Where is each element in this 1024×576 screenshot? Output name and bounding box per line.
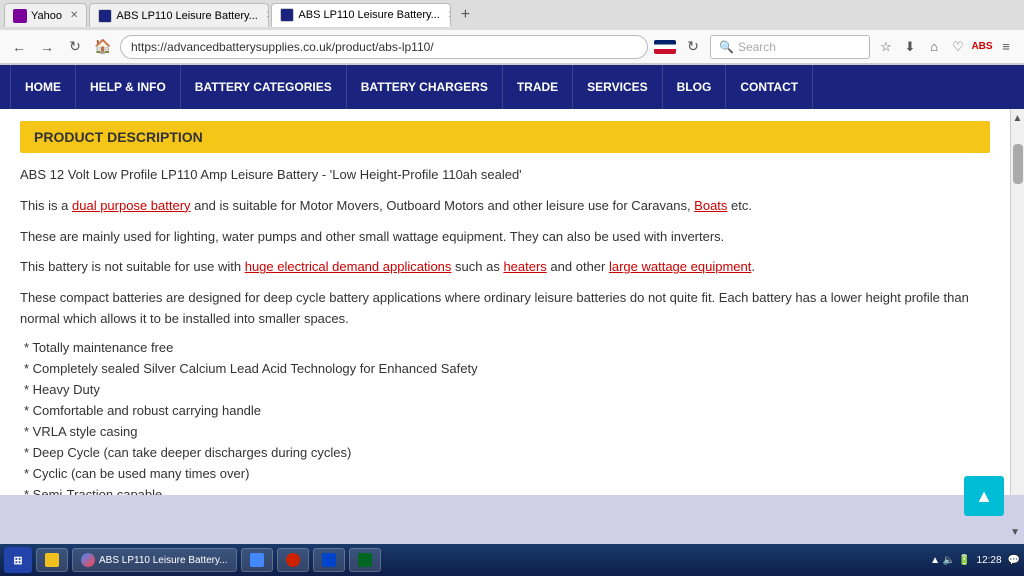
link-heaters[interactable]: heaters (503, 259, 546, 274)
paragraph-4: This battery is not suitable for use wit… (20, 257, 990, 278)
tab-yahoo-label: Yahoo (31, 10, 62, 22)
feature-6: * Deep Cycle (can take deeper discharges… (20, 445, 990, 460)
back-to-top-button[interactable]: ▲ (964, 476, 1004, 516)
feature-4: * Comfortable and robust carrying handle (20, 403, 990, 418)
taskbar-btn3[interactable] (277, 548, 309, 572)
flag-icon (654, 40, 676, 54)
abs1-favicon (98, 9, 112, 23)
windows-icon: ⊞ (13, 554, 22, 567)
toolbar-icons: ☆ ⬇ ⌂ ♡ ABS ≡ (876, 37, 1016, 57)
nav-help[interactable]: HELP & INFO (76, 65, 181, 109)
search-icon: 🔍 (719, 40, 734, 54)
menu-icon[interactable]: ≡ (996, 37, 1016, 57)
tab-abs2[interactable]: ABS LP110 Leisure Battery... ✕ (271, 3, 451, 27)
feature-3: * Heavy Duty (20, 382, 990, 397)
url-box[interactable]: https://advancedbatterysupplies.co.uk/pr… (120, 35, 648, 59)
taskbar: ⊞ ABS LP110 Leisure Battery... ▲ 🔈 🔋 12:… (0, 544, 1024, 576)
link-huge-electrical[interactable]: huge electrical demand applications (245, 259, 452, 274)
tab-abs1-close[interactable]: ✕ (266, 10, 270, 21)
scroll-thumb[interactable] (1013, 144, 1023, 184)
scrollbar[interactable]: ▲ ▼ (1010, 109, 1024, 495)
page-content-wrapper: PRODUCT DESCRIPTION ABS 12 Volt Low Prof… (0, 109, 1024, 495)
main-content: PRODUCT DESCRIPTION ABS 12 Volt Low Prof… (0, 109, 1010, 495)
notification-icon: 💬 (1008, 555, 1020, 566)
taskbar-btn4[interactable] (313, 548, 345, 572)
nav-contact[interactable]: CONTACT (726, 65, 813, 109)
bookmark-icon[interactable]: ♡ (948, 37, 968, 57)
star-icon[interactable]: ☆ (876, 37, 896, 57)
systray-icons: ▲ 🔈 🔋 (930, 555, 970, 566)
abs-logo-icon: ABS (972, 37, 992, 57)
download-icon[interactable]: ⬇ (900, 37, 920, 57)
new-tab-button[interactable]: + (453, 3, 477, 27)
taskbar-explorer[interactable] (36, 548, 68, 572)
link-dual-purpose[interactable]: dual purpose battery (72, 198, 191, 213)
paragraph-2: This is a dual purpose battery and is su… (20, 196, 990, 217)
clock: 12:28 (977, 555, 1002, 566)
feature-7: * Cyclic (can be used many times over) (20, 466, 990, 481)
taskbar-btn2[interactable] (241, 548, 273, 572)
paragraph-3: These are mainly used for lighting, wate… (20, 227, 990, 248)
features-list: * Totally maintenance free * Completely … (20, 340, 990, 495)
tab-abs1[interactable]: ABS LP110 Leisure Battery... ✕ (89, 3, 269, 27)
refresh2-button[interactable]: ↻ (682, 36, 704, 58)
link-large-wattage[interactable]: large wattage equipment (609, 259, 751, 274)
browser-chrome: Yahoo ✕ ABS LP110 Leisure Battery... ✕ A… (0, 0, 1024, 65)
app5-icon (358, 553, 372, 567)
site-navigation: HOME HELP & INFO BATTERY CATEGORIES BATT… (0, 65, 1024, 109)
tab-yahoo-close[interactable]: ✕ (70, 10, 78, 21)
product-description-header: PRODUCT DESCRIPTION (20, 121, 990, 153)
nav-home[interactable]: HOME (10, 65, 76, 109)
link-boats[interactable]: Boats (694, 198, 727, 213)
feature-8: * Semi-Traction capable (20, 487, 990, 495)
back-button[interactable]: ← (8, 36, 30, 58)
address-bar: ← → ↻ 🏠 https://advancedbatterysupplies.… (0, 30, 1024, 64)
url-text: https://advancedbatterysupplies.co.uk/pr… (131, 40, 434, 54)
start-button[interactable]: ⊞ (4, 547, 32, 573)
tab-abs1-label: ABS LP110 Leisure Battery... (116, 10, 257, 22)
forward-button[interactable]: → (36, 36, 58, 58)
nav-blog[interactable]: BLOG (663, 65, 727, 109)
feature-2: * Completely sealed Silver Calcium Lead … (20, 361, 990, 376)
app4-icon (322, 553, 336, 567)
nav-trade[interactable]: TRADE (503, 65, 573, 109)
yahoo-favicon (13, 9, 27, 23)
tab-abs2-close[interactable]: ✕ (448, 10, 452, 21)
home-nav-button[interactable]: 🏠 (92, 36, 114, 58)
chevron-up-icon: ▲ (975, 486, 993, 507)
abs2-favicon (280, 8, 294, 22)
tab-yahoo[interactable]: Yahoo ✕ (4, 3, 87, 27)
refresh-button[interactable]: ↻ (64, 36, 86, 58)
firefox-icon (81, 553, 95, 567)
tab-abs2-label: ABS LP110 Leisure Battery... (298, 9, 439, 21)
feature-5: * VRLA style casing (20, 424, 990, 439)
taskbar-firefox-label: ABS LP110 Leisure Battery... (99, 555, 228, 566)
nav-battery-categories[interactable]: BATTERY CATEGORIES (181, 65, 347, 109)
paragraph-1: ABS 12 Volt Low Profile LP110 Amp Leisur… (20, 165, 990, 186)
feature-1: * Totally maintenance free (20, 340, 990, 355)
explorer-icon (45, 553, 59, 567)
tab-bar: Yahoo ✕ ABS LP110 Leisure Battery... ✕ A… (0, 0, 1024, 30)
taskbar-btn5[interactable] (349, 548, 381, 572)
home-icon2[interactable]: ⌂ (924, 37, 944, 57)
section-title: PRODUCT DESCRIPTION (34, 129, 203, 145)
app2-icon (250, 553, 264, 567)
nav-battery-chargers[interactable]: BATTERY CHARGERS (347, 65, 503, 109)
search-box[interactable]: 🔍 Search (710, 35, 870, 59)
taskbar-firefox[interactable]: ABS LP110 Leisure Battery... (72, 548, 237, 572)
search-placeholder: Search (738, 40, 776, 54)
app3-icon (286, 553, 300, 567)
nav-services[interactable]: SERVICES (573, 65, 662, 109)
systray: ▲ 🔈 🔋 12:28 💬 (930, 555, 1020, 566)
paragraph-5: These compact batteries are designed for… (20, 288, 990, 330)
